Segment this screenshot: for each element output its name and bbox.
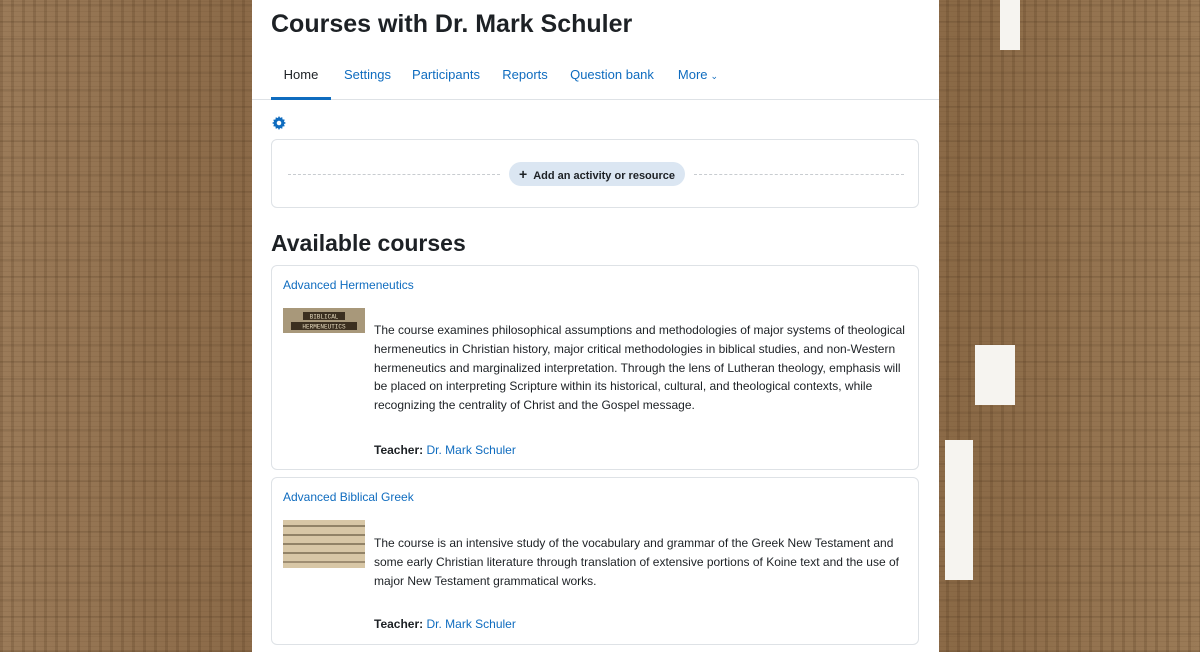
secondary-navigation: Home Settings Participants Reports Quest…	[252, 58, 939, 100]
divider	[694, 174, 904, 175]
course-image-label: HERMENEUTICS	[302, 324, 346, 331]
teacher-label: Teacher:	[374, 443, 424, 457]
main-content: Courses with Dr. Mark Schuler Home Setti…	[252, 0, 939, 652]
course-card: Advanced Hermeneutics BIBLICAL HERMENEUT…	[271, 265, 919, 470]
tab-question-bank[interactable]: Question bank	[570, 58, 654, 100]
teacher-link[interactable]: Dr. Mark Schuler	[426, 443, 515, 457]
tab-label: Home	[283, 67, 319, 82]
course-card: Advanced Biblical Greek The course is an…	[271, 477, 919, 645]
add-activity-area: + Add an activity or resource	[271, 139, 919, 208]
divider	[288, 174, 500, 175]
course-image	[283, 520, 365, 568]
tab-more[interactable]: More ⌄	[676, 58, 720, 100]
course-image: BIBLICAL HERMENEUTICS	[283, 308, 365, 333]
teacher-label: Teacher:	[374, 617, 424, 631]
chevron-down-icon: ⌄	[710, 71, 719, 81]
section-heading: Available courses	[271, 230, 466, 256]
tab-settings[interactable]: Settings	[344, 58, 391, 100]
teacher-link[interactable]: Dr. Mark Schuler	[426, 617, 515, 631]
tab-reports[interactable]: Reports	[502, 58, 548, 100]
plus-icon: +	[519, 166, 528, 182]
page-title: Courses with Dr. Mark Schuler	[271, 10, 633, 38]
tab-label: Question bank	[570, 67, 654, 82]
course-teacher: Teacher: Dr. Mark Schuler	[374, 443, 516, 457]
course-image-label: BIBLICAL	[310, 314, 339, 321]
papyrus-gap	[975, 345, 1015, 405]
tab-label: Participants	[412, 67, 480, 82]
papyrus-gap	[945, 440, 973, 580]
papyrus-gap	[1000, 0, 1020, 50]
tab-home[interactable]: Home	[271, 58, 331, 100]
tab-label: Reports	[502, 67, 548, 82]
gear-icon[interactable]	[272, 116, 286, 130]
course-teacher: Teacher: Dr. Mark Schuler	[374, 617, 516, 631]
add-activity-button[interactable]: + Add an activity or resource	[509, 162, 686, 186]
course-summary: The course examines philosophical assump…	[374, 323, 905, 413]
course-name-link[interactable]: Advanced Hermeneutics	[283, 278, 414, 292]
course-name-link[interactable]: Advanced Biblical Greek	[283, 490, 414, 504]
tab-participants[interactable]: Participants	[412, 58, 480, 100]
tab-label: Settings	[344, 67, 391, 82]
course-summary: The course is an intensive study of the …	[374, 536, 899, 588]
add-activity-label: Add an activity or resource	[533, 170, 676, 182]
tab-label: More	[677, 67, 708, 82]
